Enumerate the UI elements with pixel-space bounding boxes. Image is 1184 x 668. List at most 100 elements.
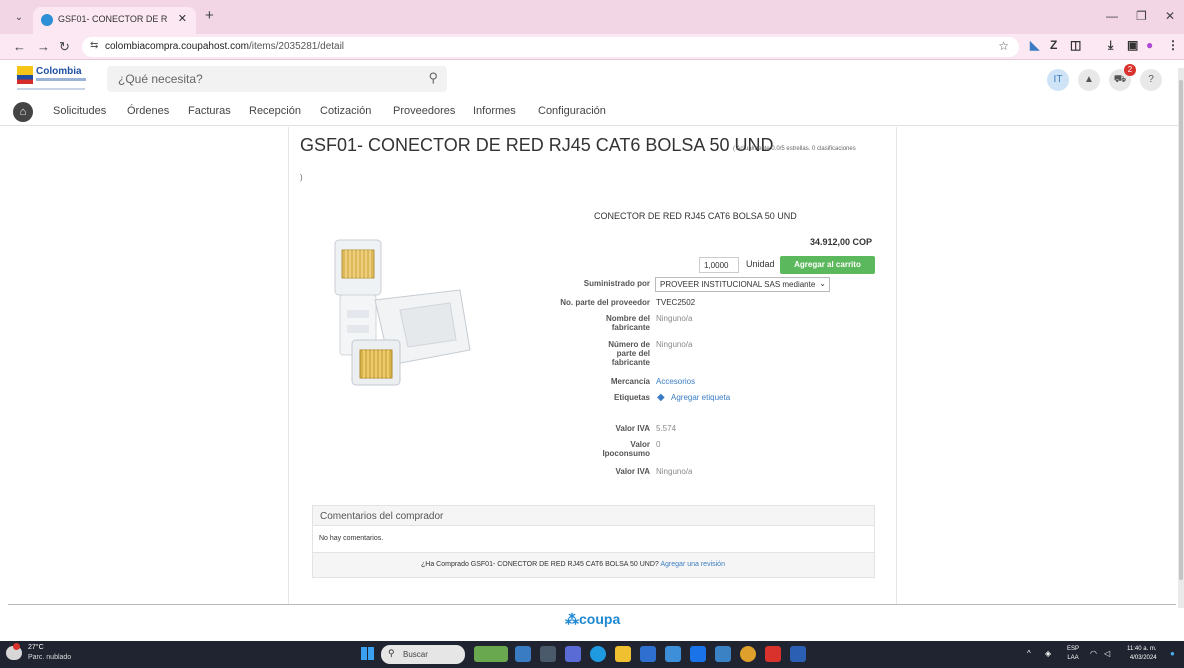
nav-item-informes[interactable]: Informes: [473, 105, 516, 117]
logo-flag-icon: [17, 66, 33, 84]
search-icon: ⚲: [388, 648, 395, 658]
nav-item-cotizacion[interactable]: Cotización: [320, 105, 371, 117]
tab-search-icon[interactable]: ⌄: [10, 9, 28, 27]
nav-item-solicitudes[interactable]: Solicitudes: [53, 105, 106, 117]
chevron-down-icon: ⌄: [819, 279, 826, 288]
tray-app-icon[interactable]: ◈: [1045, 649, 1051, 658]
buyer-comments-panel: Comentarios del comprador No hay comenta…: [312, 505, 875, 578]
manufacturer-part-label: Número de parte del fabricante: [608, 340, 650, 367]
cart-count-badge: 2: [1124, 64, 1136, 76]
files-icon[interactable]: [540, 646, 556, 662]
close-window-icon[interactable]: ✕: [1165, 9, 1175, 23]
iva-label: Valor IVA: [615, 424, 650, 433]
teams-icon[interactable]: [565, 646, 581, 662]
download-icon[interactable]: ⤓: [1108, 38, 1113, 53]
supplier-select[interactable]: PROVEER INSTITUCIONAL SAS mediante ⌄: [655, 277, 830, 292]
rating-close: ): [300, 173, 303, 182]
url-field[interactable]: ⇆ colombiacompra.coupahost.com/items/203…: [82, 37, 1019, 57]
windows-start-icon[interactable]: [361, 647, 374, 660]
iva-value: 5.574: [656, 424, 677, 433]
tab-title: GSF01- CONECTOR DE RED RJ: [58, 14, 168, 24]
avatar[interactable]: IT: [1047, 69, 1069, 91]
home-icon[interactable]: ⌂: [13, 102, 33, 122]
logo-text: Colombia: [36, 66, 82, 77]
nav-item-ordenes[interactable]: Órdenes: [127, 105, 169, 117]
tags-label: Etiquetas: [613, 393, 650, 402]
browser-menu-icon[interactable]: ⋮: [1167, 38, 1179, 52]
volume-icon[interactable]: ◁: [1104, 649, 1110, 658]
help-icon[interactable]: ?: [1140, 69, 1162, 91]
clock[interactable]: 11:40 a. m. 4/03/2024: [1127, 645, 1157, 663]
manufacturer-name-label: Nombre del fabricante: [605, 314, 650, 332]
page-title: GSF01- CONECTOR DE RED RJ45 CAT6 BOLSA 5…: [300, 135, 774, 155]
no-comments-text: No hay comentarios.: [319, 535, 384, 542]
restore-icon[interactable]: ❐: [1136, 9, 1147, 23]
minimize-icon[interactable]: —: [1106, 9, 1118, 23]
search-icon[interactable]: ⚲: [428, 70, 438, 86]
add-to-cart-button[interactable]: Agregar al carrito: [780, 256, 875, 274]
colombia-compra-logo[interactable]: Colombia: [17, 64, 87, 92]
site-settings-icon[interactable]: ⇆: [90, 40, 98, 51]
product-name: CONECTOR DE RED RJ45 CAT6 BOLSA 50 UND: [594, 211, 797, 221]
new-tab-icon[interactable]: +: [205, 7, 214, 24]
app2-icon[interactable]: [715, 646, 731, 662]
address-bar-row: ← → ↻ ⇆ colombiacompra.coupahost.com/ite…: [0, 34, 1184, 60]
supplier-part-value: TVEC2502: [656, 298, 696, 307]
browser-tab[interactable]: GSF01- CONECTOR DE RED RJ ✕: [33, 7, 196, 34]
supplier-part-label: No. parte del proveedor: [560, 298, 650, 307]
review-prompt: ¿Ha Comprado GSF01- CONECTOR DE RED RJ45…: [421, 561, 725, 568]
windows-taskbar: 27°C Parc. nublado ⚲ Buscar ^ ◈ ESP LAA …: [0, 641, 1184, 668]
shield-icon[interactable]: [765, 646, 781, 662]
side-panel-icon[interactable]: ▣: [1127, 38, 1138, 52]
quantity-input[interactable]: 1,0000: [699, 257, 739, 273]
wifi-icon[interactable]: ◠: [1090, 649, 1097, 658]
manufacturer-name-value: Ninguno/a: [656, 314, 693, 323]
reload-icon[interactable]: ↻: [59, 39, 70, 55]
weather-description[interactable]: Parc. nublado: [28, 654, 71, 661]
taskview-icon[interactable]: [515, 646, 531, 662]
commodity-link[interactable]: Accesorios: [656, 377, 695, 386]
mail-icon[interactable]: [690, 646, 706, 662]
extensions-puzzle-icon[interactable]: ◫: [1070, 38, 1081, 52]
tag-icon: ◆: [657, 392, 665, 403]
rating-text: ( Actualmente 0.0/5 estrellas. 0 clasifi…: [733, 146, 856, 152]
file-explorer-icon[interactable]: [615, 646, 631, 662]
bell-icon[interactable]: ▲: [1078, 69, 1100, 91]
close-tab-icon[interactable]: ✕: [178, 12, 187, 25]
page-footer: ⁂coupa: [8, 604, 1176, 641]
app-icon[interactable]: [665, 646, 681, 662]
forward-icon[interactable]: →: [37, 39, 50, 54]
back-icon[interactable]: ←: [13, 39, 26, 54]
chrome-icon[interactable]: [740, 646, 756, 662]
weather-alert-badge: [13, 643, 20, 650]
nav-item-configuracion[interactable]: Configuración: [538, 105, 606, 117]
widget-icon[interactable]: [474, 646, 508, 662]
store-icon[interactable]: [640, 646, 656, 662]
ipoconsumo-label: Valor Ipoconsumo: [602, 440, 650, 458]
coupa-logo: ⁂coupa: [565, 611, 621, 627]
profile-icon[interactable]: ●: [1146, 38, 1153, 52]
notification-bell-icon[interactable]: ●: [1170, 649, 1175, 658]
right-column: [896, 127, 1176, 604]
add-tag-link[interactable]: Agregar etiqueta: [671, 393, 730, 402]
search-input[interactable]: ¿Qué necesita? ⚲: [107, 66, 447, 92]
zotero-extension-icon[interactable]: Z: [1050, 38, 1057, 52]
unit-label: Unidad: [746, 259, 775, 269]
scrollbar-thumb[interactable]: [1179, 80, 1183, 580]
extension-icon[interactable]: ◣: [1030, 38, 1039, 52]
manufacturer-part-value: Ninguno/a: [656, 340, 693, 349]
add-review-link[interactable]: Agregar una revisión: [660, 561, 725, 568]
weather-temperature[interactable]: 27°C: [28, 644, 44, 651]
nav-item-proveedores[interactable]: Proveedores: [393, 105, 455, 117]
ipoconsumo-value: 0: [656, 440, 661, 449]
nav-item-facturas[interactable]: Facturas: [188, 105, 231, 117]
language-indicator[interactable]: ESP LAA: [1067, 645, 1079, 663]
cart-icon[interactable]: ⛟ 2: [1109, 64, 1136, 91]
chevron-up-icon[interactable]: ^: [1027, 649, 1031, 658]
url-text: colombiacompra.coupahost.com/items/20352…: [105, 41, 345, 52]
edge-icon[interactable]: [590, 646, 606, 662]
nav-item-recepcion[interactable]: Recepción: [249, 105, 301, 117]
taskbar-search-field[interactable]: ⚲ Buscar: [381, 645, 465, 664]
word-icon[interactable]: [790, 646, 806, 662]
bookmark-star-icon[interactable]: ☆: [998, 39, 1009, 53]
